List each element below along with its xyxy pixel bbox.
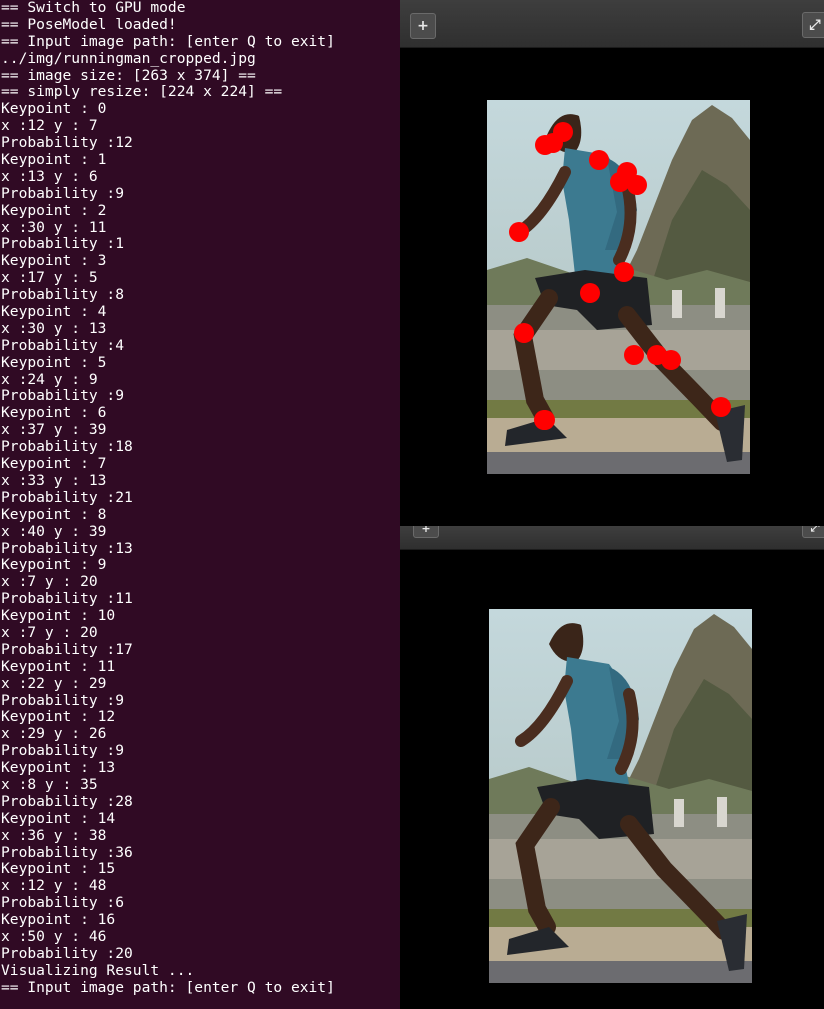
terminal-line: Probability :9	[1, 742, 125, 760]
image-viewer-original: + ⤢	[400, 526, 824, 1009]
terminal-line: x :7 y : 20	[1, 623, 98, 641]
terminal-line: == simply resize: [224 x 224] ==	[1, 83, 283, 101]
terminal-line: Probability :1	[1, 235, 125, 253]
terminal-line: == Input image path: [enter Q to exit]	[1, 978, 335, 996]
keypoint-marker	[627, 175, 647, 195]
terminal-line: Probability :6	[1, 894, 125, 912]
terminal-line: == image size: [263 x 374] ==	[1, 66, 256, 84]
terminal-line: x :12 y : 7	[1, 117, 98, 135]
terminal-line: x :22 y : 29	[1, 674, 107, 692]
terminal-line: Probability :13	[1, 539, 133, 557]
terminal-line: x :33 y : 13	[1, 471, 107, 489]
keypoint-marker	[624, 345, 644, 365]
terminal-line: Keypoint : 5	[1, 353, 107, 371]
terminal-line: Keypoint : 1	[1, 151, 107, 169]
terminal-line: x :30 y : 13	[1, 319, 107, 337]
terminal-line: x :40 y : 39	[1, 522, 107, 540]
terminal-line: Probability :11	[1, 590, 133, 608]
terminal-line: x :37 y : 39	[1, 421, 107, 439]
terminal-line: Keypoint : 2	[1, 201, 107, 219]
terminal-line: Probability :12	[1, 134, 133, 152]
keypoint-marker	[535, 410, 555, 430]
add-button[interactable]: +	[410, 13, 436, 39]
terminal-line: Probability :4	[1, 336, 125, 354]
terminal-line: Visualizing Result ...	[1, 961, 195, 979]
terminal-line: == Switch to GPU mode	[1, 0, 186, 16]
terminal-line: x :30 y : 11	[1, 218, 107, 236]
terminal-line: x :17 y : 5	[1, 269, 98, 287]
fullscreen-icon: ⤢	[810, 526, 820, 534]
terminal-line: Keypoint : 3	[1, 252, 107, 270]
terminal-line: x :12 y : 48	[1, 877, 107, 895]
keypoint-marker	[711, 397, 731, 417]
keypoint-marker	[661, 350, 681, 370]
terminal-line: Keypoint : 15	[1, 860, 116, 878]
terminal-line: x :13 y : 6	[1, 167, 98, 185]
viewer-toolbar: + ⤢	[400, 526, 824, 550]
keypoint-marker	[543, 133, 563, 153]
terminal-line: Keypoint : 8	[1, 505, 107, 523]
terminal-line: Probability :28	[1, 792, 133, 810]
terminal-line: Keypoint : 0	[1, 100, 107, 118]
keypoint-marker	[514, 323, 534, 343]
viewer-toolbar: + ⤢	[400, 0, 824, 48]
terminal-line: == Input image path: [enter Q to exit]	[1, 32, 335, 50]
fullscreen-icon: ⤢	[809, 17, 821, 33]
pose-result-image	[487, 100, 750, 474]
terminal-line: Probability :9	[1, 691, 125, 709]
image-viewer-result: + ⤢	[400, 0, 824, 526]
add-button[interactable]: +	[413, 526, 439, 538]
terminal-line: x :8 y : 35	[1, 775, 98, 793]
terminal-line: Probability :8	[1, 286, 125, 304]
terminal-line: Keypoint : 9	[1, 556, 107, 574]
terminal-line: x :24 y : 9	[1, 370, 98, 388]
terminal-line: Keypoint : 10	[1, 607, 116, 625]
terminal-line: Keypoint : 14	[1, 809, 116, 827]
terminal-line: Probability :36	[1, 843, 133, 861]
keypoint-marker	[614, 262, 634, 282]
terminal-line: x :36 y : 38	[1, 826, 107, 844]
original-image	[489, 609, 752, 983]
terminal-line: Keypoint : 7	[1, 455, 107, 473]
terminal-line: Keypoint : 4	[1, 303, 107, 321]
terminal-line: Keypoint : 13	[1, 759, 116, 777]
keypoint-marker	[610, 172, 630, 192]
plus-icon: +	[417, 18, 429, 34]
keypoint-marker	[580, 283, 600, 303]
terminal-line: == PoseModel loaded!	[1, 15, 177, 33]
terminal-line: Probability :18	[1, 438, 133, 456]
terminal-line: Keypoint : 11	[1, 657, 116, 675]
plus-icon: +	[421, 526, 431, 535]
terminal-output[interactable]: == Switch to GPU mode == PoseModel loaded…	[0, 0, 401, 1009]
terminal-line: Probability :21	[1, 488, 133, 506]
keypoint-marker	[509, 222, 529, 242]
terminal-line: Probability :9	[1, 184, 125, 202]
terminal-line: Keypoint : 16	[1, 911, 116, 929]
fullscreen-button[interactable]: ⤢	[802, 12, 824, 38]
terminal-line: Probability :9	[1, 387, 125, 405]
keypoint-marker	[589, 150, 609, 170]
terminal-line: x :50 y : 46	[1, 927, 107, 945]
terminal-line: Keypoint : 12	[1, 708, 116, 726]
terminal-line: x :29 y : 26	[1, 725, 107, 743]
terminal-line: Probability :20	[1, 944, 133, 962]
fullscreen-button[interactable]: ⤢	[802, 526, 824, 538]
terminal-line: ../img/runningman_cropped.jpg	[1, 49, 256, 67]
terminal-line: Probability :17	[1, 640, 133, 658]
terminal-line: Keypoint : 6	[1, 404, 107, 422]
terminal-line: x :7 y : 20	[1, 573, 98, 591]
